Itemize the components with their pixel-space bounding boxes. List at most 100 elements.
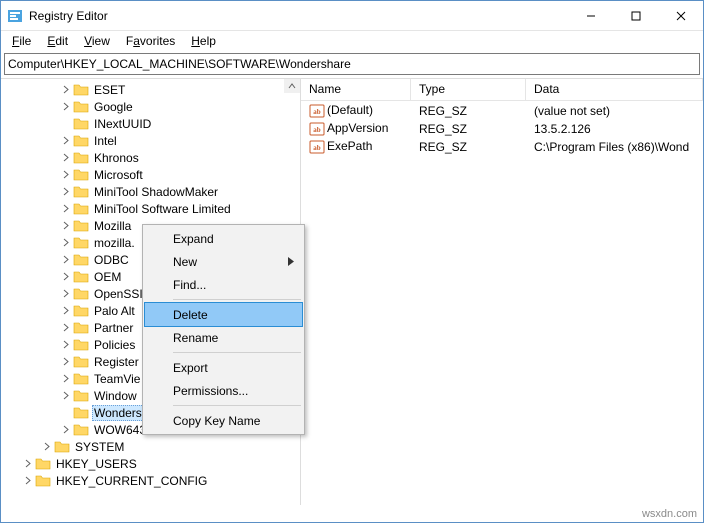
value-row[interactable]: ab(Default)REG_SZ(value not set)	[301, 102, 703, 120]
context-menu-export[interactable]: Export	[145, 356, 302, 379]
folder-icon	[35, 456, 51, 472]
expander-icon[interactable]	[59, 255, 72, 264]
menu-view[interactable]: View	[77, 32, 117, 50]
expander-icon[interactable]	[59, 425, 72, 434]
column-data[interactable]: Data	[526, 79, 703, 100]
minimize-button[interactable]	[568, 1, 613, 30]
expander-icon[interactable]	[59, 170, 72, 179]
folder-icon	[73, 303, 89, 319]
tree-item[interactable]: Microsoft	[3, 166, 300, 183]
context-menu: Expand New Find... Delete Rename Export Permis…	[142, 224, 305, 435]
context-menu-label: Expand	[173, 232, 214, 246]
svg-text:ab: ab	[313, 144, 321, 152]
value-name: ab(Default)	[301, 103, 411, 119]
folder-icon	[73, 337, 89, 353]
expander-icon[interactable]	[59, 153, 72, 162]
menu-edit[interactable]: Edit	[40, 32, 75, 50]
tree-item[interactable]: INextUUID	[3, 115, 300, 132]
context-menu-new[interactable]: New	[145, 250, 302, 273]
scroll-up-button[interactable]	[284, 79, 300, 93]
folder-icon	[54, 439, 70, 455]
context-menu-copy-key-name[interactable]: Copy Key Name	[145, 409, 302, 432]
context-menu-label: Rename	[173, 331, 218, 345]
expander-icon[interactable]	[59, 238, 72, 247]
expander-icon[interactable]	[59, 85, 72, 94]
folder-icon	[73, 354, 89, 370]
expander-icon[interactable]	[59, 272, 72, 281]
folder-icon	[73, 269, 89, 285]
menu-bar: FileEditViewFavoritesHelp	[1, 31, 703, 51]
folder-icon	[73, 167, 89, 183]
expander-icon[interactable]	[59, 289, 72, 298]
menu-separator	[173, 405, 301, 406]
tree-item[interactable]: Khronos	[3, 149, 300, 166]
value-name: abAppVersion	[301, 121, 411, 137]
value-data: 13.5.2.126	[526, 122, 703, 136]
tree-item-label: Intel	[92, 134, 119, 148]
menu-help[interactable]: Help	[184, 32, 223, 50]
watermark: wsxdn.com	[642, 508, 697, 520]
tree-item[interactable]: SYSTEM	[3, 438, 300, 455]
folder-icon	[73, 184, 89, 200]
tree-item-label: ESET	[92, 83, 127, 97]
expander-icon[interactable]	[59, 306, 72, 315]
tree-item[interactable]: HKEY_CURRENT_CONFIG	[3, 472, 300, 489]
expander-icon[interactable]	[59, 102, 72, 111]
expander-icon[interactable]	[59, 323, 72, 332]
folder-icon	[73, 82, 89, 98]
expander-icon[interactable]	[59, 374, 72, 383]
context-menu-label: New	[173, 255, 197, 269]
tree-item-label: INextUUID	[92, 117, 153, 131]
value-type: REG_SZ	[411, 104, 526, 118]
expander-icon[interactable]	[59, 136, 72, 145]
tree-item[interactable]: MiniTool ShadowMaker	[3, 183, 300, 200]
tree-item-label: Mozilla	[92, 219, 133, 233]
expander-icon[interactable]	[59, 340, 72, 349]
folder-icon	[73, 371, 89, 387]
tree-item-label: Palo Alt	[92, 304, 137, 318]
tree-item-label: HKEY_USERS	[54, 457, 139, 471]
value-data: (value not set)	[526, 104, 703, 118]
tree-item-label: HKEY_CURRENT_CONFIG	[54, 474, 209, 488]
expander-icon[interactable]	[59, 221, 72, 230]
context-menu-label: Permissions...	[173, 384, 248, 398]
menu-file[interactable]: File	[5, 32, 38, 50]
folder-icon	[73, 133, 89, 149]
tree-item[interactable]: Intel	[3, 132, 300, 149]
tree-item[interactable]: ESET	[3, 81, 300, 98]
value-row[interactable]: abAppVersionREG_SZ13.5.2.126	[301, 120, 703, 138]
expander-icon[interactable]	[21, 476, 34, 485]
expander-icon[interactable]	[40, 442, 53, 451]
context-menu-rename[interactable]: Rename	[145, 326, 302, 349]
tree-item[interactable]: Google	[3, 98, 300, 115]
list-header[interactable]: Name Type Data	[301, 79, 703, 101]
expander-icon[interactable]	[59, 204, 72, 213]
maximize-button[interactable]	[613, 1, 658, 30]
expander-icon[interactable]	[59, 391, 72, 400]
context-menu-find[interactable]: Find...	[145, 273, 302, 296]
status-strip	[1, 506, 703, 522]
expander-icon[interactable]	[21, 459, 34, 468]
svg-text:ab: ab	[313, 126, 321, 134]
folder-icon	[73, 422, 89, 438]
context-menu-expand[interactable]: Expand	[145, 227, 302, 250]
address-bar[interactable]: Computer\HKEY_LOCAL_MACHINE\SOFTWARE\Won…	[4, 53, 700, 75]
expander-icon[interactable]	[59, 187, 72, 196]
tree-item[interactable]: MiniTool Software Limited	[3, 200, 300, 217]
menu-favorites[interactable]: Favorites	[119, 32, 182, 50]
tree-item-label: mozilla.	[92, 236, 137, 250]
folder-icon	[73, 150, 89, 166]
expander-icon[interactable]	[59, 357, 72, 366]
context-menu-delete[interactable]: Delete	[144, 302, 303, 327]
context-menu-permissions[interactable]: Permissions...	[145, 379, 302, 402]
context-menu-label: Delete	[173, 308, 208, 322]
column-type[interactable]: Type	[411, 79, 526, 100]
column-name[interactable]: Name	[301, 79, 411, 100]
value-row[interactable]: abExePathREG_SZC:\Program Files (x86)\Wo…	[301, 138, 703, 156]
close-button[interactable]	[658, 1, 703, 30]
context-menu-label: Export	[173, 361, 208, 375]
context-menu-label: Copy Key Name	[173, 414, 260, 428]
values-pane[interactable]: Name Type Data ab(Default)REG_SZ(value n…	[301, 79, 703, 505]
folder-icon	[73, 405, 89, 421]
tree-item[interactable]: HKEY_USERS	[3, 455, 300, 472]
